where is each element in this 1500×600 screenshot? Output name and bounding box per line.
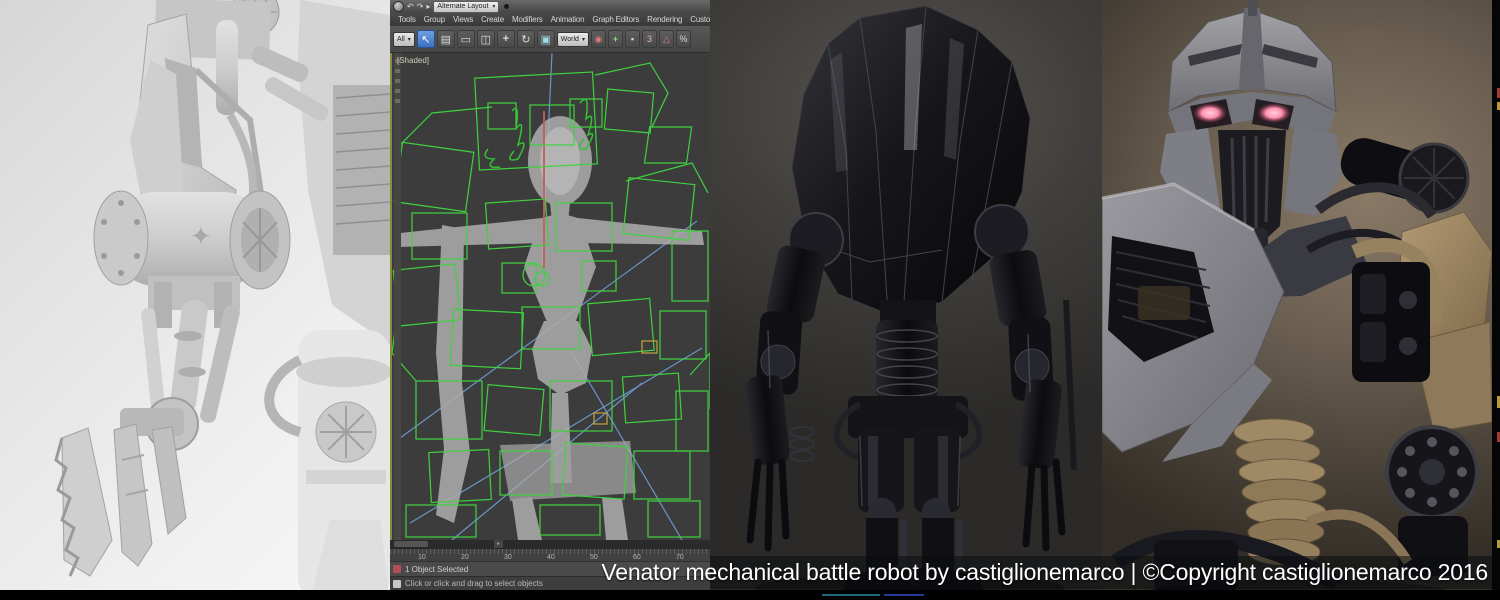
selection-filter-dropdown[interactable]: All ▾ bbox=[393, 32, 415, 47]
redo-icon[interactable]: ↷ bbox=[417, 2, 424, 11]
selection-lock-icon[interactable] bbox=[393, 565, 401, 573]
select-by-name-icon[interactable]: ▤ bbox=[437, 30, 455, 48]
workspace-label: Alternate Layout bbox=[437, 3, 488, 10]
scrollbar-handle[interactable] bbox=[394, 541, 428, 547]
black-robot-image bbox=[710, 0, 1102, 600]
ruler-label: 30 bbox=[504, 554, 512, 561]
coordinate-system-value: World bbox=[561, 36, 579, 43]
portfolio-collage: ✦ bbox=[0, 0, 1500, 600]
angle-snap-icon[interactable]: △ bbox=[659, 30, 674, 48]
ruler-label: 20 bbox=[461, 554, 469, 561]
use-pivot-point-icon[interactable]: ◉ bbox=[591, 30, 606, 48]
bottom-border-strip bbox=[0, 590, 1500, 600]
app-button-icon[interactable] bbox=[393, 1, 404, 12]
menu-create[interactable]: Create bbox=[477, 15, 508, 24]
svg-text:✦: ✦ bbox=[190, 222, 212, 252]
bottom-artifact-dash bbox=[884, 594, 924, 596]
undo-icon[interactable]: ↶ bbox=[407, 2, 414, 11]
rectangular-selection-icon[interactable]: ▭ bbox=[457, 30, 475, 48]
open-icon[interactable]: ▸ bbox=[426, 2, 430, 11]
clay-render-panel: ✦ bbox=[0, 0, 390, 600]
menu-customize[interactable]: Customize bbox=[686, 15, 710, 24]
max-toolbar: All ▾ ↖ ▤ ▭ ◫ + ↻ ▣ World ▾ ◉ + ▪ 3 △ % bbox=[390, 26, 710, 53]
chevron-down-icon: ▾ bbox=[408, 36, 411, 43]
percent-snap-icon[interactable]: % bbox=[676, 30, 691, 48]
max-viewport[interactable]: [Shaded] bbox=[390, 53, 710, 540]
viewport-shading-label[interactable]: [Shaded] bbox=[397, 56, 429, 65]
robot-bust-image bbox=[1102, 0, 1492, 600]
caption-text: Venator mechanical battle robot by casti… bbox=[540, 556, 1488, 589]
max-titlebar: ↶ ↷ ▸ Alternate Layout ▾ bbox=[390, 0, 710, 13]
select-manipulate-icon[interactable]: + bbox=[608, 30, 623, 48]
right-arm-assembly bbox=[1308, 133, 1492, 576]
menu-modifiers[interactable]: Modifiers bbox=[508, 15, 547, 24]
prompt-text: Click or click and drag to select object… bbox=[405, 579, 543, 588]
chevron-down-icon: ▾ bbox=[582, 36, 585, 43]
max-menubar: Tools Group Views Create Modifiers Anima… bbox=[390, 13, 710, 26]
right-eye-glow bbox=[1257, 103, 1291, 123]
black-robot-render-panel bbox=[710, 0, 1102, 600]
select-rotate-icon[interactable]: ↻ bbox=[517, 30, 535, 48]
left-arm bbox=[745, 244, 826, 548]
menu-group[interactable]: Group bbox=[420, 15, 449, 24]
viewport-left-gutter bbox=[394, 53, 401, 540]
viewport-wireframe-scene bbox=[392, 53, 710, 540]
keyboard-shortcut-toggle-icon[interactable]: ▪ bbox=[625, 30, 640, 48]
select-move-icon[interactable]: + bbox=[497, 30, 515, 48]
reference-coordinate-dropdown[interactable]: World ▾ bbox=[557, 32, 589, 47]
menu-graph-editors[interactable]: Graph Editors bbox=[588, 15, 643, 24]
right-arm bbox=[988, 248, 1074, 548]
menu-animation[interactable]: Animation bbox=[547, 15, 589, 24]
chevron-down-icon: ▾ bbox=[492, 3, 495, 10]
ruler-label: 10 bbox=[418, 554, 426, 561]
snap-toggle-icon[interactable]: 3 bbox=[642, 30, 657, 48]
menu-tools[interactable]: Tools bbox=[394, 15, 420, 24]
workspace-dropdown[interactable]: Alternate Layout ▾ bbox=[433, 1, 499, 13]
prompt-icon bbox=[393, 580, 401, 588]
select-object-icon[interactable]: ↖ bbox=[417, 30, 435, 48]
select-scale-icon[interactable]: ▣ bbox=[537, 30, 555, 48]
scrollbar-arrow-icon[interactable]: ▸ bbox=[494, 540, 503, 548]
menu-rendering[interactable]: Rendering bbox=[643, 15, 686, 24]
window-crossing-icon[interactable]: ◫ bbox=[477, 30, 495, 48]
titlebar-dot bbox=[504, 4, 509, 9]
bottom-artifact-dash bbox=[822, 594, 880, 596]
selection-filter-value: All bbox=[397, 36, 405, 43]
clay-robot-arm-image: ✦ bbox=[0, 0, 390, 600]
left-eye-glow bbox=[1193, 103, 1227, 123]
right-border-strip bbox=[1492, 0, 1500, 600]
3dsmax-screenshot-panel: ↶ ↷ ▸ Alternate Layout ▾ Tools Group Vie… bbox=[390, 0, 710, 600]
menu-views[interactable]: Views bbox=[449, 15, 477, 24]
timeline-scrollbar[interactable]: ▸ bbox=[390, 540, 710, 548]
claw-fingers bbox=[56, 424, 186, 576]
robot-bust-render-panel bbox=[1102, 0, 1492, 600]
status-text: 1 Object Selected bbox=[405, 565, 468, 574]
